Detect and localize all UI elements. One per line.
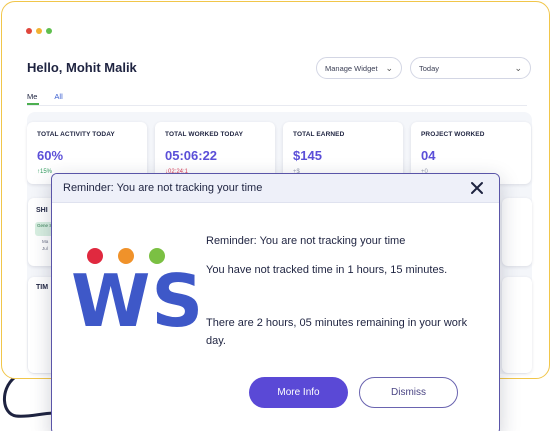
more-info-button[interactable]: More Info bbox=[249, 377, 348, 408]
time-panel-title: TIM bbox=[36, 284, 49, 291]
dialog-header: Reminder: You are not tracking your time bbox=[52, 174, 499, 203]
message-body: You have not tracked time in 1 hours, 15… bbox=[206, 264, 448, 276]
minimize-dot[interactable] bbox=[36, 28, 42, 34]
tab-divider bbox=[27, 105, 527, 106]
message-remaining: There are 2 hours, 05 minutes remaining … bbox=[206, 317, 468, 347]
tab-me[interactable]: Me bbox=[27, 92, 40, 105]
card-value: 04 bbox=[421, 148, 436, 163]
manage-widget-label: Manage Widget bbox=[325, 63, 378, 73]
shift-panel-title: SHI bbox=[36, 207, 48, 214]
card-value: $145 bbox=[293, 148, 322, 163]
tab-bar: Me All bbox=[27, 92, 63, 105]
reminder-dialog: Reminder: You are not tracking your time… bbox=[51, 173, 500, 431]
close-icon bbox=[471, 182, 483, 194]
card-label: TOTAL EARNED bbox=[293, 131, 345, 138]
card-value: 60% bbox=[37, 148, 64, 163]
tab-all[interactable]: All bbox=[54, 92, 62, 105]
period-dropdown[interactable]: Today ⌄ bbox=[410, 57, 531, 79]
maximize-dot[interactable] bbox=[46, 28, 52, 34]
chevron-down-icon: ⌄ bbox=[385, 62, 393, 73]
card-label: PROJECT WORKED bbox=[421, 131, 485, 138]
card-label: TOTAL ACTIVITY TODAY bbox=[37, 131, 115, 138]
shift-line: Ma bbox=[42, 239, 49, 244]
greeting: Hello, Mohit Malik bbox=[27, 60, 137, 75]
dismiss-button[interactable]: Dismiss bbox=[359, 377, 458, 408]
card-delta: ↑15% bbox=[37, 169, 53, 175]
right-panel bbox=[502, 198, 532, 266]
period-value: Today bbox=[419, 63, 440, 73]
card-label: TOTAL WORKED TODAY bbox=[165, 131, 244, 138]
chevron-down-icon: ⌄ bbox=[514, 62, 522, 73]
shift-line: Jul bbox=[42, 246, 48, 251]
card-value: 05:06:22 bbox=[165, 148, 218, 163]
close-dot[interactable] bbox=[26, 28, 32, 34]
ws-logo: WS bbox=[71, 259, 205, 343]
right-panel-lower bbox=[502, 277, 532, 373]
message-title: Reminder: You are not tracking your time bbox=[206, 235, 406, 247]
window-controls bbox=[26, 28, 52, 34]
dialog-title: Reminder: You are not tracking your time bbox=[63, 182, 263, 194]
manage-widget-dropdown[interactable]: Manage Widget ⌄ bbox=[316, 57, 402, 79]
close-button[interactable] bbox=[467, 178, 487, 198]
